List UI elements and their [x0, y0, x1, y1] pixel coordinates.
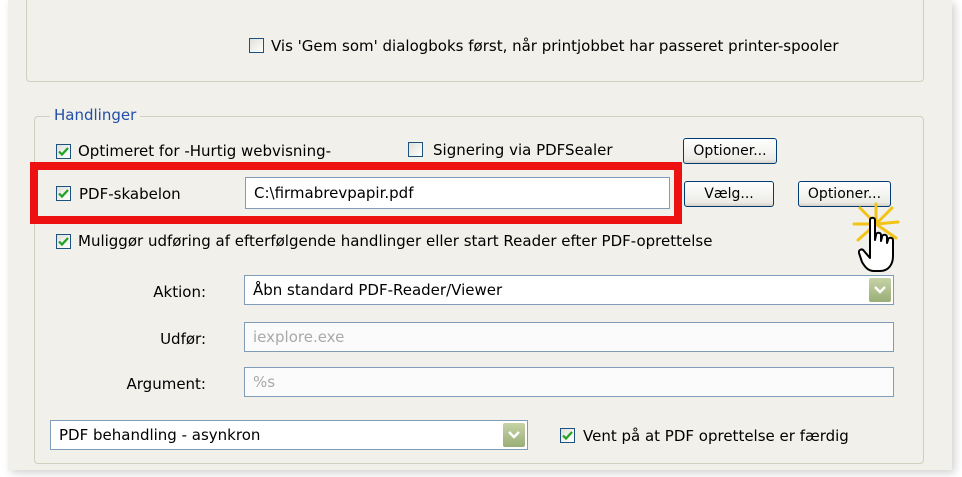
gem-som-checkbox[interactable]: [249, 38, 264, 53]
signering-checkbox[interactable]: [408, 142, 423, 157]
argument-input[interactable]: %s: [244, 367, 894, 397]
udfor-label: Udfør:: [160, 330, 206, 348]
aktion-value: Åbn standard PDF-Reader/Viewer: [253, 281, 503, 299]
optioner-signering-button[interactable]: Optioner...: [683, 138, 777, 164]
behandling-value: PDF behandling - asynkron: [59, 426, 261, 444]
optimeret-checkbox[interactable]: [56, 144, 71, 159]
hand-pointer-icon: [858, 216, 894, 272]
muliggor-label: Muliggør udføring af efterfølgende handl…: [78, 232, 713, 250]
vaelg-button[interactable]: Vælg...: [684, 181, 774, 207]
udfor-input[interactable]: iexplore.exe: [244, 322, 894, 352]
argument-label: Argument:: [126, 375, 206, 393]
vent-label: Vent på at PDF oprettelse er færdig: [583, 427, 849, 445]
dropdown-arrow-icon[interactable]: [503, 423, 525, 447]
checkmark-icon: [58, 237, 69, 247]
highlight-frame: [30, 162, 682, 224]
aktion-select[interactable]: Åbn standard PDF-Reader/Viewer: [244, 275, 894, 305]
signering-label: Signering via PDFSealer: [433, 141, 613, 159]
dropdown-arrow-icon[interactable]: [869, 278, 891, 302]
optimeret-label: Optimeret for -Hurtig webvisning-: [78, 142, 332, 160]
vent-checkbox[interactable]: [560, 428, 575, 443]
gem-som-label: Vis 'Gem som' dialogboks først, når prin…: [271, 37, 839, 55]
checkmark-icon: [562, 431, 573, 441]
behandling-select[interactable]: PDF behandling - asynkron: [50, 420, 528, 450]
aktion-label: Aktion:: [153, 283, 206, 301]
checkmark-icon: [58, 147, 69, 157]
muliggor-checkbox[interactable]: [56, 234, 71, 249]
handlinger-legend: Handlinger: [50, 106, 141, 124]
